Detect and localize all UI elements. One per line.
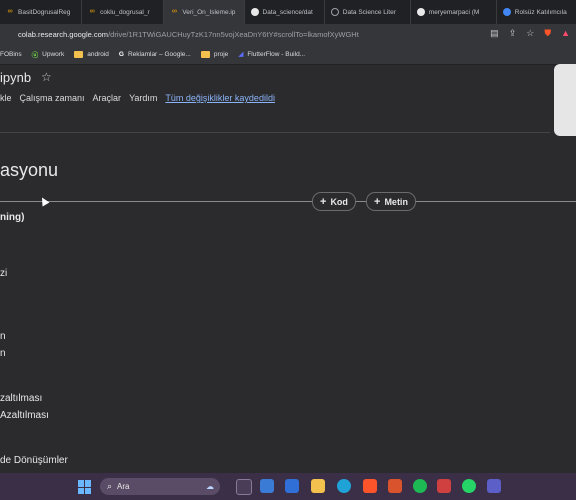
menu-item-help[interactable]: Yardım: [129, 93, 157, 103]
tab-label: Data Science Liter: [342, 8, 396, 16]
upwork-icon: ⓤ: [31, 52, 39, 59]
add-text-button[interactable]: + Metin: [366, 192, 416, 211]
taskbar-search[interactable]: ⌕ Ara ☁: [100, 478, 220, 495]
brave-icon[interactable]: [363, 479, 377, 493]
plus-icon: +: [374, 195, 381, 208]
share-icon[interactable]: ⇪: [509, 28, 517, 39]
colab-icon: ∞: [171, 8, 177, 15]
github-icon: [250, 8, 259, 16]
bookmark-label: FOBins: [0, 50, 22, 58]
app-icon[interactable]: [388, 479, 402, 493]
spotify-icon[interactable]: [413, 479, 427, 493]
toc-item[interactable]: Azaltılması: [0, 410, 49, 421]
url-path: /drive/1R1TWiGAUCHuyTzK17nn5vojXeaDnY6tY…: [108, 29, 359, 39]
url-text[interactable]: colab.research.google.com/drive/1R1TWiGA…: [18, 30, 359, 39]
tab-data-science-liter[interactable]: Data Science Liter: [325, 0, 411, 24]
colab-menu-bar: kle Çalışma zamanı Araçlar Yardım Tüm de…: [0, 93, 275, 103]
reader-mode-icon[interactable]: ▤: [490, 28, 499, 39]
tab-coklu-dogrusal[interactable]: ∞ coklu_dogrusal_r: [82, 0, 165, 24]
widgets-icon[interactable]: [236, 479, 252, 495]
add-code-button[interactable]: + Kod: [312, 192, 356, 211]
notebook-title[interactable]: ipynb: [0, 70, 31, 85]
tab-basit-dogrusal[interactable]: ∞ BasitDogrusalReg: [0, 0, 83, 24]
bookmark-label: Reklamlar – Google...: [127, 50, 191, 58]
toc-item[interactable]: n: [0, 348, 6, 359]
bookmark-fobins[interactable]: FOBins: [0, 51, 22, 58]
app-icon[interactable]: [437, 479, 451, 493]
rewards-triangle-icon[interactable]: ▲: [561, 28, 570, 39]
file-explorer-icon[interactable]: [311, 479, 325, 493]
browser-tab-strip: ∞ BasitDogrusalReg ∞ coklu_dogrusal_r ∞ …: [0, 0, 576, 24]
github-icon: [416, 8, 425, 16]
toc-item[interactable]: zaltılması: [0, 393, 42, 404]
globe-icon: [330, 8, 339, 16]
toolbar-divider: [0, 132, 550, 133]
toc-item[interactable]: ning): [0, 212, 24, 223]
bookmark-upwork[interactable]: ⓤ Upwork: [31, 49, 65, 60]
bookmark-label: proje: [213, 50, 229, 58]
flutterflow-icon: ◢: [238, 51, 244, 58]
colab-icon: ∞: [89, 8, 95, 15]
bookmark-android[interactable]: android: [74, 50, 109, 58]
windows-start-icon[interactable]: [78, 480, 92, 494]
url-domain: colab.research.google.com: [18, 29, 109, 39]
meet-icon: [502, 8, 511, 16]
tab-label: BasitDogrusalReg: [18, 8, 71, 16]
tab-label: Rolsüz Katılımcıla: [514, 8, 567, 16]
bookmark-flutterflow[interactable]: ◢ FlutterFlow - Build...: [238, 50, 306, 59]
bookmark-label: Upwork: [42, 50, 65, 58]
mouse-cursor-icon: [38, 195, 50, 207]
brave-shield-icon[interactable]: ⛊: [544, 28, 551, 39]
teams-icon[interactable]: [487, 479, 501, 493]
weather-cloud-icon: ☁: [206, 482, 214, 491]
tab-label: meryemarpaci (M: [428, 8, 480, 16]
mail-icon[interactable]: [260, 479, 274, 493]
section-heading: asyonu: [0, 160, 59, 180]
bookmarks-bar: FOBins ⓤ Upwork android G Reklamlar – Go…: [0, 44, 576, 65]
store-icon[interactable]: [285, 479, 299, 493]
cell-insert-divider: [0, 201, 576, 202]
colab-icon: ∞: [7, 8, 13, 15]
save-status[interactable]: Tüm değişiklikler kaydedildi: [165, 93, 275, 103]
tab-data-science-github[interactable]: Data_science/dat: [245, 0, 325, 24]
search-icon: ⌕: [107, 481, 113, 491]
tab-veri-on-isleme[interactable]: ∞ Veri_On_Isleme.ip: [164, 0, 245, 24]
add-text-label: Metin: [384, 196, 408, 207]
tab-label: Data_science/dat: [262, 8, 313, 16]
toc-item[interactable]: de Dönüşümler: [0, 455, 68, 466]
search-placeholder: Ara: [117, 482, 130, 491]
tab-label: coklu_dogrusal_r: [100, 8, 150, 16]
whatsapp-icon[interactable]: [462, 479, 476, 493]
folder-icon: [74, 50, 84, 58]
edge-icon[interactable]: [337, 479, 351, 493]
bookmark-label: android: [87, 50, 109, 58]
tab-label: Veri_On_Isleme.ip: [182, 8, 236, 16]
bookmark-reklamlar[interactable]: G Reklamlar – Google...: [119, 51, 191, 58]
bookmark-star-icon[interactable]: ☆: [526, 28, 534, 39]
address-bar-icons: ▤ ⇪ ☆ ⛊ ▲: [490, 28, 570, 39]
plus-icon: +: [320, 195, 327, 208]
toc-item[interactable]: n: [0, 331, 6, 342]
google-icon: G: [118, 50, 124, 58]
toc-item[interactable]: zi: [0, 268, 7, 279]
star-icon[interactable]: ☆: [41, 70, 52, 84]
folder-icon: [200, 50, 210, 58]
address-bar[interactable]: colab.research.google.com/drive/1R1TWiGA…: [0, 24, 576, 44]
bookmark-label: FlutterFlow - Build...: [247, 50, 306, 58]
menu-item-tools[interactable]: Araçlar: [93, 93, 122, 103]
tab-meryemarpaci[interactable]: meryemarpaci (M: [411, 0, 497, 24]
video-overlay: [554, 64, 576, 136]
tab-meet[interactable]: Rolsüz Katılımcıla: [497, 0, 576, 24]
bookmark-proje[interactable]: proje: [200, 50, 229, 58]
menu-item-runtime[interactable]: Çalışma zamanı: [20, 93, 85, 103]
menu-item-edit[interactable]: kle: [0, 93, 12, 103]
add-code-label: Kod: [330, 196, 348, 207]
